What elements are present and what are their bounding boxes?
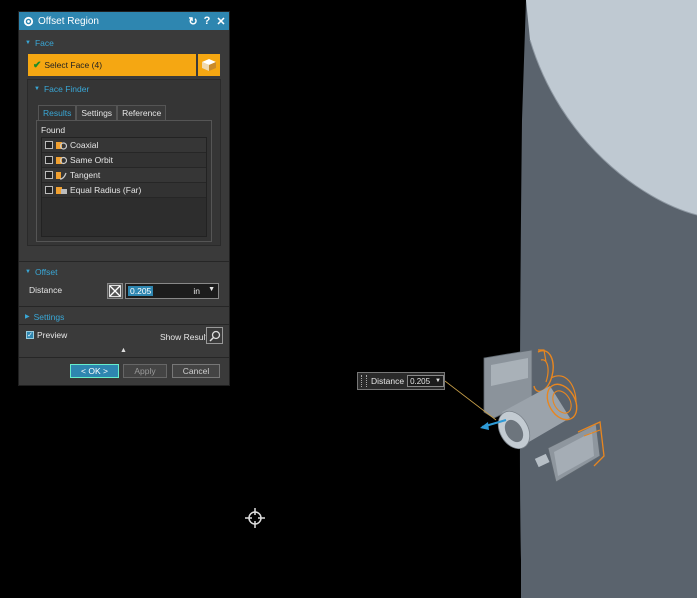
list-item[interactable]: Equal Radius (Far): [42, 183, 206, 198]
dialog-title: Offset Region: [38, 15, 99, 27]
chevron-down-icon: ▼: [34, 85, 40, 92]
distance-value[interactable]: 0.205: [128, 286, 154, 296]
offset-section-header[interactable]: ▼ Offset: [21, 265, 227, 278]
drag-grip-icon[interactable]: [361, 375, 367, 387]
same-orbit-label: Same Orbit: [70, 155, 113, 165]
equal-radius-checkbox[interactable]: [45, 186, 53, 194]
same-orbit-checkbox[interactable]: [45, 156, 53, 164]
equal-radius-icon: [56, 186, 67, 194]
face-section-header[interactable]: ▼ Face: [21, 36, 227, 49]
dialog-titlebar[interactable]: Offset Region ↻ ? ✕: [19, 12, 229, 30]
measure-button[interactable]: [107, 283, 123, 299]
tangent-icon: [56, 171, 67, 180]
face-finder-tabs: Results Settings Reference: [38, 105, 167, 120]
close-icon[interactable]: ✕: [215, 15, 227, 28]
same-orbit-icon: [56, 156, 67, 164]
gear-icon: [23, 16, 34, 26]
select-face-field[interactable]: ✔ Select Face (4): [28, 54, 196, 76]
select-face-label: Select Face (4): [44, 60, 103, 70]
distance-label: Distance: [29, 285, 63, 295]
list-item[interactable]: Tangent: [42, 168, 206, 183]
show-result-label: Show Result: [160, 332, 208, 342]
divider: [19, 261, 229, 262]
show-result-button[interactable]: [206, 327, 223, 344]
floating-distance-tag[interactable]: Distance 0.205 ▼: [357, 372, 445, 390]
divider: [19, 306, 229, 307]
chevron-down-icon: ▼: [25, 268, 31, 275]
results-panel: Found Coaxial Same Orbit Tangent Equal R…: [36, 120, 212, 242]
found-list: Coaxial Same Orbit Tangent Equal Radius …: [41, 137, 207, 237]
chevron-right-icon: ▶: [25, 314, 30, 320]
expand-arrow-icon[interactable]: ▲: [120, 347, 127, 354]
tab-results[interactable]: Results: [38, 105, 77, 120]
distance-input[interactable]: 0.205 in ▼: [125, 283, 219, 299]
crosshair-cursor-icon: [245, 508, 265, 528]
face-finder-header[interactable]: ▼ Face Finder: [30, 82, 210, 95]
divider: [19, 324, 229, 325]
distance-unit: in: [193, 286, 200, 296]
measure-icon: [109, 285, 121, 297]
preview-label: Preview: [37, 330, 68, 340]
floating-distance-input[interactable]: 0.205 ▼: [407, 375, 444, 387]
coaxial-icon: [56, 141, 67, 150]
list-item[interactable]: Same Orbit: [42, 153, 206, 168]
tab-reference[interactable]: Reference: [117, 105, 167, 120]
cylinder-body: [519, 0, 697, 598]
offset-region-dialog: Offset Region ↻ ? ✕ ▼ Face ✔ Select Face…: [18, 11, 230, 386]
face-selection-filter-button[interactable]: [198, 54, 220, 76]
magnifier-icon: [208, 330, 220, 342]
divider: [19, 357, 229, 358]
face-finder-panel: ▼ Face Finder Results Settings Reference…: [27, 79, 221, 246]
apply-button[interactable]: Apply: [123, 364, 167, 378]
equal-radius-label: Equal Radius (Far): [70, 185, 142, 195]
tangent-checkbox[interactable]: [45, 171, 53, 179]
tab-settings[interactable]: Settings: [76, 105, 118, 120]
help-icon[interactable]: ?: [201, 15, 213, 27]
coaxial-checkbox[interactable]: [45, 141, 53, 149]
coaxial-label: Coaxial: [70, 140, 99, 150]
found-label: Found: [41, 125, 66, 135]
tangent-label: Tangent: [70, 170, 101, 180]
preview-checkbox[interactable]: ✓: [26, 331, 34, 339]
refresh-icon[interactable]: ↻: [187, 15, 199, 28]
ok-button[interactable]: < OK >: [70, 364, 119, 378]
list-item[interactable]: Coaxial: [42, 138, 206, 153]
settings-section-header[interactable]: ▶ Settings: [21, 310, 227, 323]
chevron-down-icon[interactable]: ▼: [435, 378, 441, 384]
cube-icon: [202, 59, 216, 71]
preview-option[interactable]: ✓ Preview: [26, 330, 67, 340]
floating-distance-label: Distance: [370, 376, 405, 386]
cancel-button[interactable]: Cancel: [172, 364, 220, 378]
checkmark-icon: ✔: [33, 59, 42, 71]
chevron-down-icon[interactable]: ▼: [208, 286, 215, 293]
chevron-down-icon: ▼: [25, 39, 31, 46]
floating-distance-value: 0.205: [410, 376, 431, 386]
